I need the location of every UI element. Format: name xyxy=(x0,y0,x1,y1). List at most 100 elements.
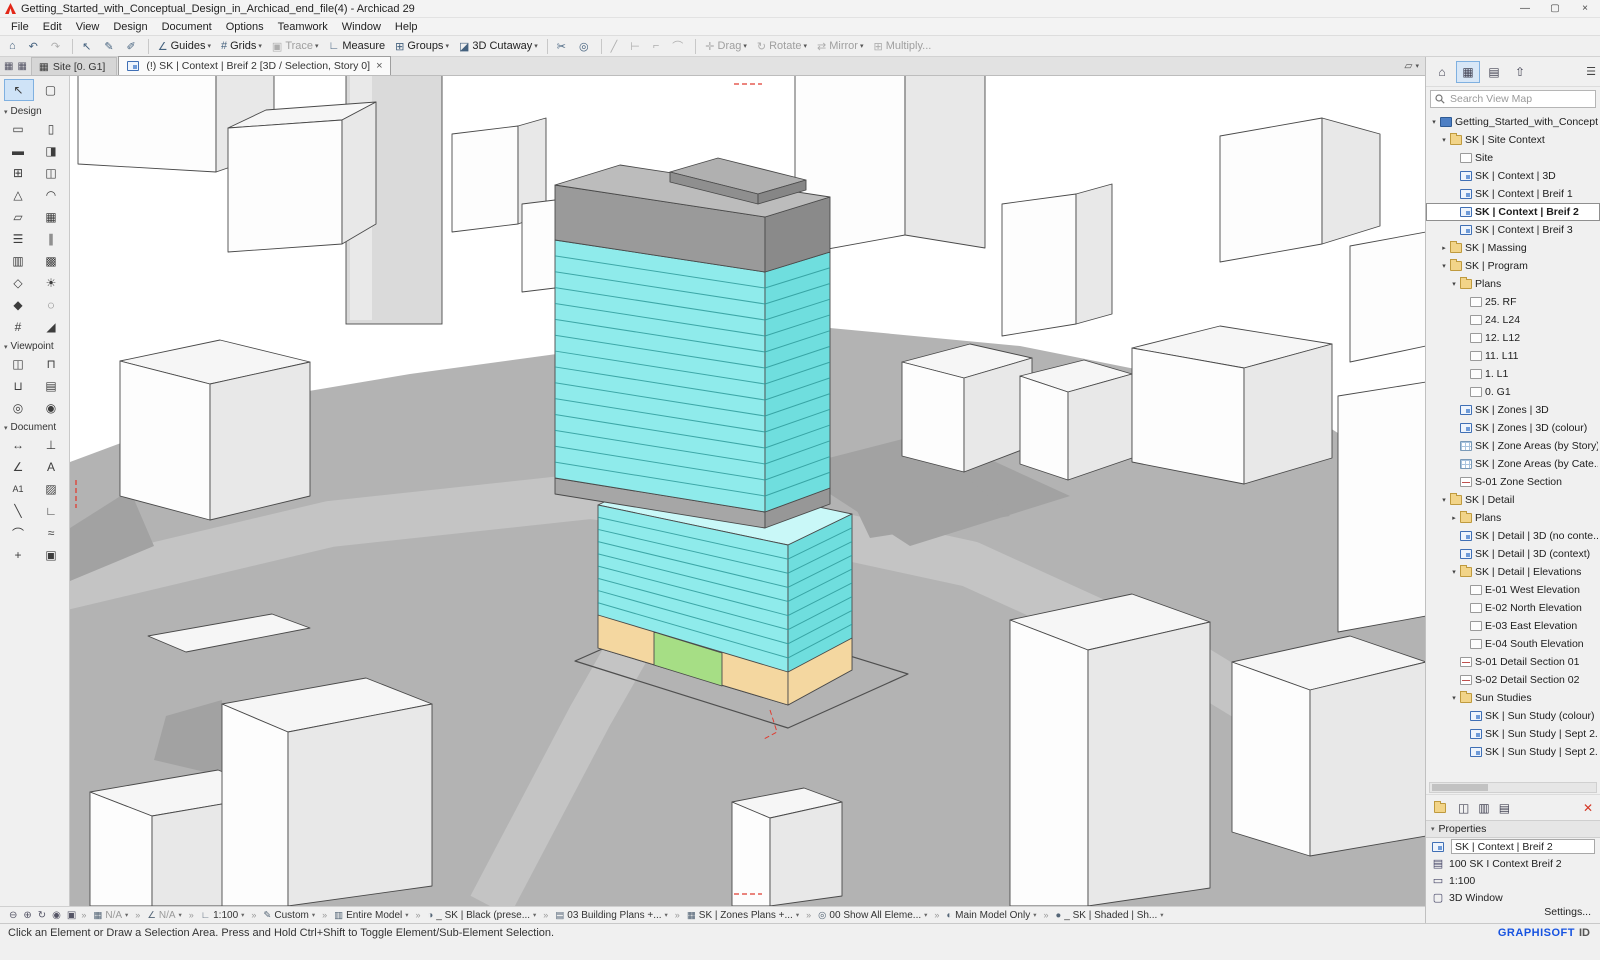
graphic-override-field[interactable]: ◎00 Show All Eleme...▾ xyxy=(813,908,932,923)
zoom-select-button[interactable]: ◎ xyxy=(575,37,596,56)
quick-layout-icon[interactable]: ▦ xyxy=(4,61,13,72)
maximize-button[interactable]: ▢ xyxy=(1540,0,1570,17)
project-map-button[interactable]: ⌂ xyxy=(1430,61,1454,83)
expander-icon[interactable]: » xyxy=(1041,910,1050,920)
pencil-button[interactable]: ✎ xyxy=(100,37,120,56)
expander-icon[interactable]: » xyxy=(932,910,941,920)
tree-item[interactable]: S-01 Zone Section xyxy=(1426,473,1600,491)
arc-tool[interactable]: ⌒ xyxy=(2,522,35,544)
pop-up-navigator-icon[interactable]: ▦ xyxy=(17,61,26,72)
slab-tool[interactable]: ▱ xyxy=(2,206,35,228)
properties-header[interactable]: ▾ Properties xyxy=(1426,820,1600,838)
undo-button[interactable]: ↶ xyxy=(25,37,45,56)
expander-icon[interactable]: » xyxy=(673,910,682,920)
beam-tool[interactable]: ▬ xyxy=(2,140,35,162)
fill-tool[interactable]: ▨ xyxy=(35,478,68,500)
opening-tool[interactable]: ◌ xyxy=(35,294,68,316)
renovation-filter-field[interactable]: ◐Main Model Only▾ xyxy=(941,908,1041,923)
scrollbar-thumb[interactable] xyxy=(1432,784,1488,791)
tree-item[interactable]: SK | Context | 3D xyxy=(1426,167,1600,185)
mesh-tool[interactable]: ▦ xyxy=(35,206,68,228)
chevron-down-icon[interactable]: ▾ xyxy=(1449,694,1459,702)
settings-button[interactable]: Settings... xyxy=(1544,906,1591,918)
section-tool[interactable]: ◫ xyxy=(2,353,35,375)
toolbox-section-viewpoint[interactable]: ▾Viewpoint xyxy=(0,338,69,353)
expander-icon[interactable]: » xyxy=(133,910,142,920)
publisher-button[interactable]: ⇧ xyxy=(1508,61,1532,83)
3d-scene[interactable] xyxy=(70,76,1425,906)
text-tool[interactable]: A xyxy=(35,456,68,478)
scissors-button[interactable]: ✂ xyxy=(553,37,573,56)
tree-item[interactable]: SK | Zones | 3D (colour) xyxy=(1426,419,1600,437)
level-dimension-tool[interactable]: ⊥ xyxy=(35,434,68,456)
expander-icon[interactable]: » xyxy=(79,910,88,920)
interior-elevation-tool[interactable]: ⊔ xyxy=(2,375,35,397)
object-tool[interactable]: ◇ xyxy=(2,272,35,294)
delete-button[interactable]: ✕ xyxy=(1583,801,1593,815)
new-folder-button[interactable] xyxy=(1433,803,1449,813)
chevron-right-icon[interactable]: ▸ xyxy=(1449,514,1459,522)
pen-button[interactable]: ✐ xyxy=(123,37,143,56)
tree-item[interactable]: SK | Zone Areas (by Cate... xyxy=(1426,455,1600,473)
rotate-button[interactable]: ↻Rotate▾ xyxy=(753,37,811,56)
intersect-button[interactable]: ⌐ xyxy=(649,37,666,56)
tree-item[interactable]: SK | Context | Breif 1 xyxy=(1426,185,1600,203)
angle-dimension-tool[interactable]: ∠ xyxy=(2,456,35,478)
tree-item[interactable]: ▾Getting_Started_with_Conceptual_Design_… xyxy=(1426,113,1600,131)
tree-item[interactable]: ▸Plans xyxy=(1426,509,1600,527)
tree-item[interactable]: ▾SK | Detail xyxy=(1426,491,1600,509)
menu-item-edit[interactable]: Edit xyxy=(36,18,69,35)
chevron-down-icon[interactable]: ▾ xyxy=(1449,280,1459,288)
zone-tool[interactable]: ▩ xyxy=(35,250,68,272)
tree-item[interactable]: 11. L11 xyxy=(1426,347,1600,365)
lamp-tool[interactable]: ☀ xyxy=(35,272,68,294)
home-button[interactable]: ⌂ xyxy=(5,37,23,56)
search-input[interactable] xyxy=(1448,92,1591,106)
minimize-button[interactable]: — xyxy=(1510,0,1540,17)
worksheet-tool[interactable]: ▤ xyxy=(35,375,68,397)
pen-set-field[interactable]: ✎Custom▾ xyxy=(258,908,320,923)
3d-viewport[interactable] xyxy=(70,76,1425,906)
spline-tool[interactable]: ≈ xyxy=(35,522,68,544)
tree-item[interactable]: 24. L24 xyxy=(1426,311,1600,329)
tree-item[interactable]: S-02 Detail Section 02 xyxy=(1426,671,1600,689)
dimension-tool[interactable]: ↔ xyxy=(2,434,35,456)
tree-item[interactable]: SK | Zone Areas (by Story) xyxy=(1426,437,1600,455)
mirror-button[interactable]: ⇄Mirror▾ xyxy=(813,37,867,56)
tree-item-selected[interactable]: SK | Context | Breif 2 xyxy=(1426,203,1600,221)
close-button[interactable]: × xyxy=(1570,0,1600,17)
menu-item-options[interactable]: Options xyxy=(219,18,271,35)
tree-item[interactable]: E-03 East Elevation xyxy=(1426,617,1600,635)
grids-button[interactable]: #Grids▾ xyxy=(217,37,266,56)
select-arrow-button[interactable]: ↖ xyxy=(78,37,98,56)
tree-item[interactable]: SK | Sun Study | Sept 2... xyxy=(1426,743,1600,761)
menu-item-view[interactable]: View xyxy=(69,18,107,35)
menu-item-window[interactable]: Window xyxy=(335,18,388,35)
menu-item-file[interactable]: File xyxy=(4,18,36,35)
tree-item[interactable]: 12. L12 xyxy=(1426,329,1600,347)
detail-tool[interactable]: ◎ xyxy=(2,397,35,419)
save-current-view-button[interactable]: ◫ xyxy=(1458,801,1469,815)
tree-item[interactable]: SK | Context | Breif 3 xyxy=(1426,221,1600,239)
navigator-menu-icon[interactable]: ☰ xyxy=(1586,65,1596,78)
model-view-options-field[interactable]: ▦SK | Zones Plans +...▾ xyxy=(682,908,804,923)
tree-item[interactable]: E-02 North Elevation xyxy=(1426,599,1600,617)
clone-folder-button[interactable]: ▥ xyxy=(1478,801,1489,815)
tree-item[interactable]: ▾SK | Program xyxy=(1426,257,1600,275)
polyline-tool[interactable]: ∟ xyxy=(35,500,68,522)
menu-item-document[interactable]: Document xyxy=(155,18,219,35)
drag-button[interactable]: ✛Drag▾ xyxy=(701,37,751,56)
expander-icon[interactable]: » xyxy=(187,910,196,920)
tree-item[interactable]: E-04 South Elevation xyxy=(1426,635,1600,653)
toolbox-section-document[interactable]: ▾Document xyxy=(0,419,69,434)
chevron-down-icon[interactable]: ▾ xyxy=(1439,496,1449,504)
skylight-tool[interactable]: ◫ xyxy=(35,162,68,184)
tree-item[interactable]: S-01 Detail Section 01 xyxy=(1426,653,1600,671)
camera-tool[interactable]: ◉ xyxy=(35,397,68,419)
fillet-button[interactable]: ⌒ xyxy=(668,37,690,56)
expander-icon[interactable]: » xyxy=(804,910,813,920)
3d-style-field[interactable]: ●_ SK | Shaded | Sh...▾ xyxy=(1050,908,1168,923)
toolbox-section-design[interactable]: ▾Design xyxy=(0,103,69,118)
view-name-combo[interactable]: SK | Context | Breif 2 xyxy=(1451,839,1595,854)
railing-tool[interactable]: ∥ xyxy=(35,228,68,250)
